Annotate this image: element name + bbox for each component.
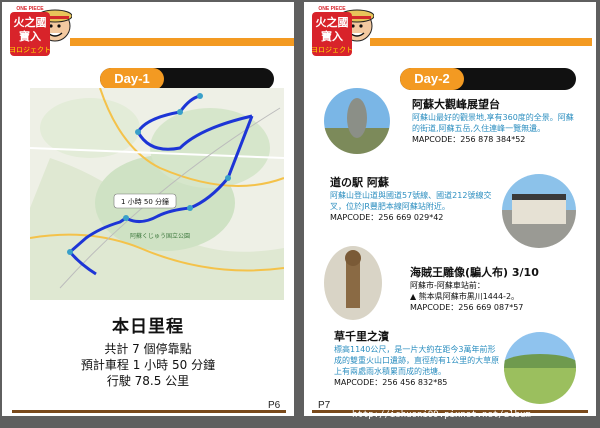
spot-title: 道の駅 阿蘇: [330, 176, 389, 189]
summary-distance: 行駛 78.5 公里: [106, 374, 190, 388]
spot-mapcode: MAPCODE：256 456 832*85: [334, 378, 448, 387]
spot-description: 阿蘇市-阿蘇車站前：: [410, 281, 485, 290]
spot-description: 阿蘇山登山道與國道57號線、國道212號線交叉，位於JR豐肥本線阿蘇站附近。: [330, 191, 492, 211]
header-bar: [370, 38, 592, 46]
spot-address: ▲ 熊本県阿蘇市黒川1444-2。: [410, 292, 520, 301]
left-page: ONE PIECE 火之國 寶入 ヨロジェクト Day-1 1 小時 50 分鐘…: [2, 2, 294, 416]
summary-stops: 共計 7 個停靠點: [104, 342, 192, 356]
spot-observatory: 阿蘇大觀峰展望台 阿蘇山最好的觀景地,享有360度的全景。阿蘇的街道,阿蘇五岳,…: [412, 98, 580, 145]
logo-line2: 寶入: [321, 29, 343, 43]
logo: ONE PIECE 火之國 寶入 ヨロジェクト: [310, 4, 375, 60]
spot-title: 草千里之濱: [334, 330, 389, 343]
spot-usopp-statue: 海賊王雕像(騙人布) 3/10 阿蘇市-阿蘇車站前： ▲ 熊本県阿蘇市黒川144…: [410, 266, 586, 313]
day-pill: Day-1: [100, 68, 274, 90]
spot-description: 標高1140公尺，是一片大約在距今3萬年前形成的雙重火山口遺跡，直徑約有1公里的…: [334, 345, 500, 376]
logo-badge: ONE PIECE: [318, 6, 346, 12]
photo-roadside-station: [502, 174, 576, 248]
logo-line2: 寶入: [19, 29, 41, 43]
summary-title: 本日里程: [112, 317, 184, 337]
park-label: 阿蘇くじゅう国立公園: [130, 232, 190, 240]
photo-usopp-statue: [324, 246, 382, 320]
header-bar: [70, 38, 294, 46]
day-pill: Day-2: [400, 68, 576, 90]
photo-kusasenri: [504, 332, 576, 404]
logo-line3: ヨロジェクト: [9, 46, 51, 54]
spot-title: 阿蘇大觀峰展望台: [412, 98, 500, 111]
spot-kusasenri: 草千里之濱 標高1140公尺，是一片大約在距今3萬年前形成的雙重火山口遺跡，直徑…: [334, 330, 500, 388]
spot-mapcode: MAPCODE：256 669 087*57: [410, 303, 524, 312]
spot-mapcode: MAPCODE：256 878 384*52: [412, 135, 526, 144]
route-time-label: 1 小時 50 分鐘: [121, 197, 169, 206]
day-summary: 本日里程 共計 7 個停靠點 預計車程 1 小時 50 分鐘 行駛 78.5 公…: [2, 312, 294, 389]
summary-drive-time: 預計車程 1 小時 50 分鐘: [80, 358, 216, 372]
route-map[interactable]: 1 小時 50 分鐘 阿蘇くじゅう国立公園: [30, 88, 284, 300]
right-page: ONE PIECE 火之國 寶入 ヨロジェクト Day-2 阿蘇大觀峰展望台 阿…: [304, 2, 596, 416]
logo-badge: ONE PIECE: [16, 6, 44, 12]
spot-roadside-station: 道の駅 阿蘇 阿蘇山登山道與國道57號線、國道212號線交叉，位於JR豐肥本線阿…: [330, 176, 498, 223]
day-label: Day-1: [100, 68, 164, 90]
photo-observatory: [324, 88, 390, 154]
watermark-url: http://ishuoni99.pixnet.net/album: [352, 410, 531, 420]
spot-title: 海賊王雕像(騙人布) 3/10: [410, 266, 539, 279]
footer-line: [12, 410, 286, 413]
logo-line3: ヨロジェクト: [311, 46, 353, 54]
logo: ONE PIECE 火之國 寶入 ヨロジェクト: [8, 4, 73, 60]
day-label: Day-2: [400, 68, 464, 90]
logo-line1: 火之國: [316, 15, 349, 29]
spot-description: 阿蘇山最好的觀景地,享有360度的全景。阿蘇的街道,阿蘇五岳,久住連峰一覽無遺。: [412, 113, 574, 133]
spot-mapcode: MAPCODE：256 669 029*42: [330, 213, 444, 222]
logo-line1: 火之國: [14, 15, 47, 29]
